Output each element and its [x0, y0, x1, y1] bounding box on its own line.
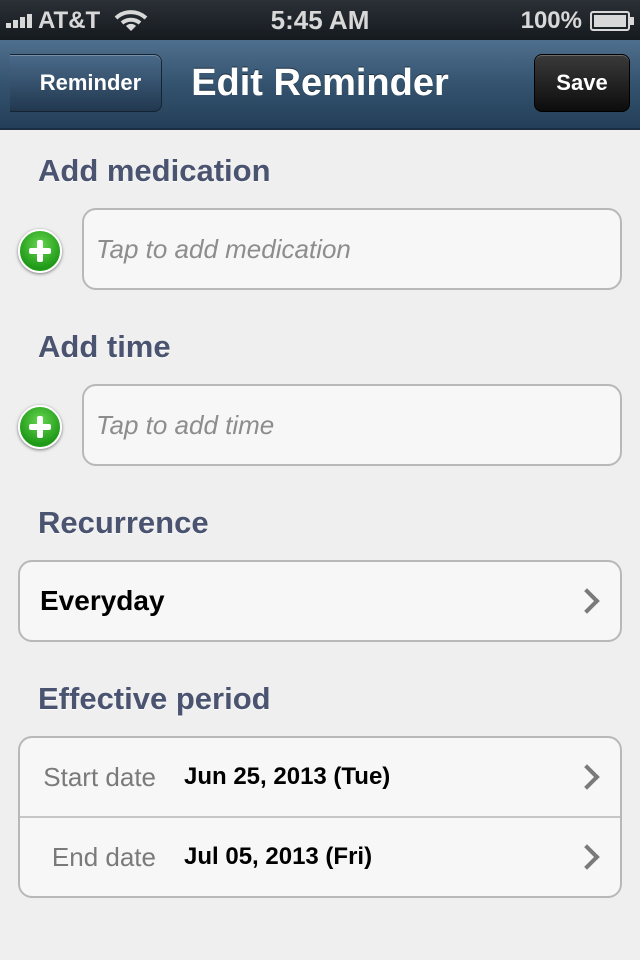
- start-date-value: Jun 25, 2013 (Tue): [184, 763, 391, 790]
- effective-period-group: Start date Jun 25, 2013 (Tue) End date J…: [18, 736, 622, 898]
- recurrence-row[interactable]: Everyday: [20, 562, 620, 640]
- effective-period-heading: Effective period: [38, 681, 271, 716]
- recurrence-group: Everyday: [18, 560, 622, 642]
- save-button[interactable]: Save: [534, 54, 630, 112]
- chevron-right-icon: [574, 764, 600, 790]
- end-date-value: Jul 05, 2013 (Fri): [184, 843, 373, 870]
- navigation-bar: Reminder Edit Reminder Save: [0, 40, 640, 130]
- end-date-row[interactable]: End date Jul 05, 2013 (Fri): [20, 816, 620, 896]
- recurrence-value: Everyday: [40, 585, 165, 616]
- chevron-right-icon: [574, 588, 600, 614]
- medication-field[interactable]: [82, 208, 622, 290]
- start-date-label: Start date: [43, 761, 156, 792]
- add-medication-heading: Add medication: [38, 153, 271, 188]
- battery-icon: [590, 11, 634, 31]
- status-bar: AT&T 5:45 AM 100%: [0, 0, 640, 40]
- add-time-heading: Add time: [38, 329, 171, 364]
- time-field[interactable]: [82, 384, 622, 466]
- medication-input[interactable]: [94, 232, 620, 266]
- end-date-label: End date: [51, 841, 156, 872]
- recurrence-heading: Recurrence: [38, 505, 209, 540]
- battery-percent: 100%: [520, 7, 582, 34]
- time-input[interactable]: [94, 408, 620, 442]
- chevron-right-icon: [574, 844, 600, 870]
- status-right: 100%: [520, 7, 634, 35]
- save-button-label: Save: [556, 70, 608, 95]
- add-medication-plus-icon[interactable]: [18, 229, 62, 273]
- add-time-plus-icon[interactable]: [18, 405, 62, 449]
- start-date-row[interactable]: Start date Jun 25, 2013 (Tue): [20, 738, 620, 816]
